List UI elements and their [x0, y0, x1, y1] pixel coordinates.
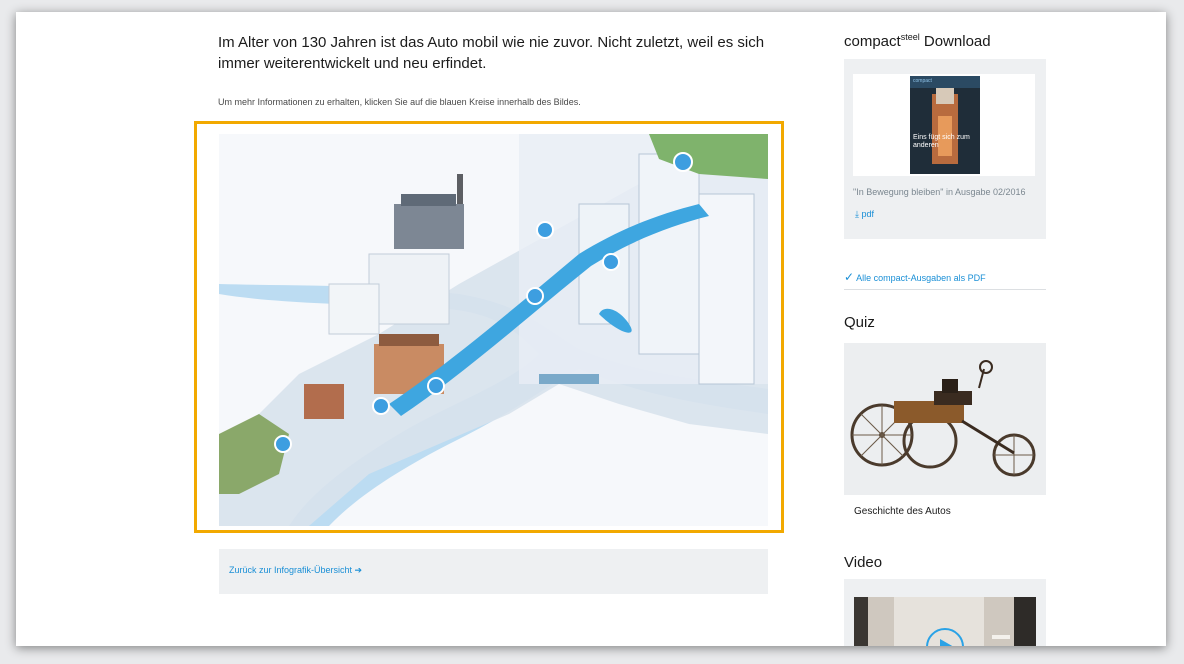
hotspot-3[interactable] — [602, 253, 620, 271]
hotspot-7[interactable] — [274, 435, 292, 453]
download-card: compact Eins fügt sich zum anderen "In B… — [844, 59, 1046, 239]
city-illustration — [219, 134, 768, 526]
play-icon[interactable] — [925, 627, 965, 646]
video-heading: Video — [844, 554, 883, 571]
browser-window: Im Alter von 130 Jahren ist das Auto mob… — [16, 12, 1166, 646]
pdf-download-link[interactable]: ⤓ pdf — [855, 209, 874, 220]
back-to-infographics-link[interactable]: Zurück zur Infografik-Übersicht ➔ — [229, 565, 362, 576]
city-infographic — [219, 134, 768, 526]
cover-title: Eins fügt sich zum anderen — [913, 134, 970, 149]
download-heading: compactsteel Download — [844, 32, 991, 50]
video-thumbnail[interactable] — [854, 597, 1036, 646]
hotspot-6[interactable] — [372, 397, 390, 415]
quiz-heading: Quiz — [844, 314, 875, 331]
hotspot-2[interactable] — [536, 221, 554, 239]
all-issues-link[interactable]: ✓ Alle compact-Ausgaben als PDF — [844, 270, 986, 284]
download-heading-suffix: Download — [919, 33, 991, 50]
sidebar-divider — [844, 289, 1046, 290]
vintage-car-illustration — [844, 343, 1046, 495]
cover-area: compact Eins fügt sich zum anderen — [853, 74, 1035, 176]
issue-text: "In Bewegung bleiben" in Ausgabe 02/2016 — [853, 187, 1026, 197]
check-icon: ✓ — [844, 270, 855, 284]
intro-text: Im Alter von 130 Jahren ist das Auto mob… — [218, 34, 765, 72]
download-heading-sup: steel — [900, 32, 920, 42]
quiz-caption[interactable]: Geschichte des Autos — [854, 506, 951, 517]
quiz-image[interactable] — [844, 343, 1046, 495]
back-bar: Zurück zur Infografik-Übersicht ➔ — [219, 549, 768, 594]
hotspot-5[interactable] — [427, 377, 445, 395]
magazine-cover[interactable]: compact Eins fügt sich zum anderen — [910, 76, 980, 174]
hint-text: Um mehr Informationen zu erhalten, klick… — [218, 97, 581, 107]
download-heading-prefix: compact — [844, 33, 901, 50]
cover-logo: compact — [913, 78, 932, 84]
download-icon: ⤓ — [855, 209, 859, 219]
pdf-label: pdf — [861, 209, 875, 219]
hotspot-1[interactable] — [673, 152, 693, 172]
hotspot-4[interactable] — [526, 287, 544, 305]
video-card — [844, 579, 1046, 646]
all-issues-label: Alle compact-Ausgaben als PDF — [856, 273, 986, 283]
cover-art — [910, 76, 980, 174]
